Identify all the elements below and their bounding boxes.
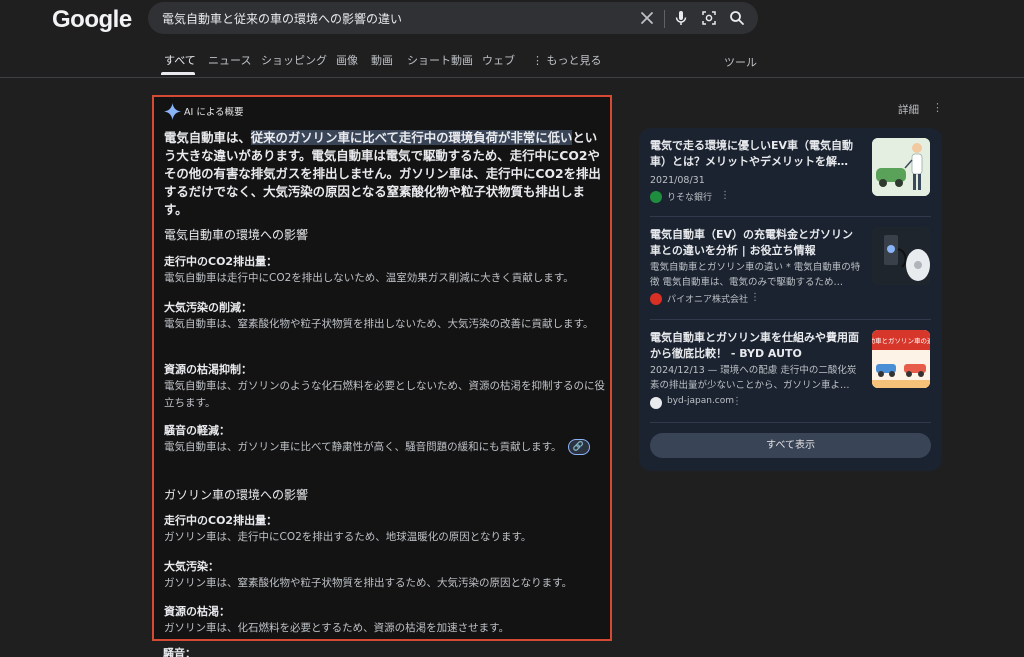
ai-overview-lead: 電気自動車は、従来のガソリン車に比べて走行中の環境負荷が非常に低いという大きな違… — [164, 129, 606, 219]
tab-web[interactable]: ウェブ — [482, 52, 515, 68]
link-icon[interactable]: 🔗 — [567, 439, 590, 455]
source-name: りそな銀行 — [667, 193, 713, 203]
pioneer-favicon-icon — [650, 293, 662, 305]
source-name: パイオニア株式会社 — [667, 295, 749, 305]
gas-item-body: ガソリン車は、化石燃料を必要とするため、資源の枯渇を加速させます。 — [164, 622, 510, 634]
tab-videos[interactable]: 動画 — [371, 52, 393, 68]
gas-item-title: 資源の枯渇： — [164, 605, 230, 618]
lead-highlight: 従来のガソリン車に比べて走行中の環境負荷が非常に低い — [250, 130, 573, 145]
ev-item-body-text: 電気自動車は、ガソリン車に比べて静粛性が高く、騒音問題の緩和にも貢献します。 — [164, 441, 562, 453]
source-cards-panel: 電気で走る環境に優しいEV車（電気自動車）とは？メリットやデメリットを解… 20… — [639, 128, 942, 471]
tab-more-label: もっと見る — [546, 54, 602, 67]
ev-item-title: 大気汚染の削減： — [164, 301, 252, 314]
divider — [650, 216, 931, 217]
ev-item-body: 電気自動車は、ガソリンのような化石燃料を必要としないため、資源の枯渇を抑制するの… — [164, 380, 605, 409]
gas-item-title: 騒音： — [163, 647, 196, 657]
more-options-icon[interactable]: ⋮ — [732, 396, 742, 407]
microphone-icon[interactable] — [671, 8, 691, 28]
divider — [650, 422, 931, 423]
ai-overview-title: AI による概要 — [184, 107, 244, 118]
thumbnail-image[interactable] — [872, 138, 930, 196]
divider — [650, 319, 931, 320]
more-vert-icon: ⋮ — [532, 54, 543, 67]
thumbnail-image[interactable] — [872, 227, 930, 285]
source-card-snippet: 2021/08/31 — [650, 175, 705, 186]
source-card[interactable]: 電気自動車（EV）の充電料金とガソリン車との違いを分析 | お役立ち情報 電気自… — [650, 227, 932, 307]
resona-favicon-icon — [650, 191, 662, 203]
tab-all[interactable]: すべて — [164, 52, 196, 68]
tab-active-indicator — [161, 72, 195, 75]
search-icon[interactable] — [727, 8, 747, 28]
ev-charging-illustration-icon — [872, 138, 930, 196]
source-card[interactable]: 電気で走る環境に優しいEV車（電気自動車）とは？メリットやデメリットを解… 20… — [650, 138, 932, 208]
source-card-title[interactable]: 電気で走る環境に優しいEV車（電気自動車）とは？メリットやデメリットを解… — [650, 138, 864, 170]
gas-item-body: ガソリン車は、窒素酸化物や粒子状物質を排出するため、大気汚染の原因となります。 — [164, 577, 573, 589]
ev-item-title: 騒音の軽減： — [164, 424, 230, 437]
ev-item-body: 電気自動車は走行中にCO2を排出しないため、温室効果ガス削減に大きく貢献します。 — [164, 272, 574, 284]
more-options-icon[interactable]: ⋮ — [932, 101, 943, 114]
details-button[interactable]: 詳細 — [898, 102, 919, 117]
gas-item-title: 大気汚染： — [164, 560, 219, 573]
source-card-title[interactable]: 電気自動車（EV）の充電料金とガソリン車との違いを分析 | お役立ち情報 — [650, 227, 864, 259]
tab-more[interactable]: ⋮ もっと見る — [532, 52, 602, 68]
charger-photo-icon — [872, 227, 930, 285]
gas-item-title: 走行中のCO2排出量： — [164, 514, 278, 527]
thumbnail-image[interactable]: 電気自動車とガソリン車の違いは？ — [872, 330, 930, 388]
tab-shopping[interactable]: ショッピング — [261, 52, 327, 68]
thumbnail-caption: 電気自動車とガソリン車の違いは？ — [872, 336, 930, 345]
source-card-snippet: 2024/12/13 — 環境への配慮 走行中の二酸化炭素の排出量が少ないことか… — [650, 365, 857, 391]
sparkle-icon — [164, 103, 181, 120]
source-card-title[interactable]: 電気自動車とガソリン車を仕組みや費用面から徹底比較！ - BYD AUTO — [650, 330, 864, 362]
comparison-illustration-icon: 電気自動車とガソリン車の違いは？ — [872, 330, 930, 388]
tab-short-videos[interactable]: ショート動画 — [407, 52, 473, 68]
ev-item-title: 走行中のCO2排出量： — [164, 255, 278, 268]
gas-item-body: ガソリン車は、走行中にCO2を排出するため、地球温暖化の原因となります。 — [164, 531, 532, 543]
more-options-icon[interactable]: ⋮ — [750, 292, 760, 303]
source-card[interactable]: 電気自動車とガソリン車を仕組みや費用面から徹底比較！ - BYD AUTO 20… — [650, 330, 932, 410]
ai-overview-panel: AI による概要 電気自動車は、従来のガソリン車に比べて走行中の環境負荷が非常に… — [152, 95, 612, 641]
gas-section-title: ガソリン車の環境への影響 — [164, 488, 309, 502]
clear-icon[interactable] — [637, 8, 657, 28]
lens-icon[interactable] — [699, 8, 719, 28]
google-logo[interactable]: Google — [52, 6, 132, 34]
ev-item-title: 資源の枯渇抑制： — [164, 363, 252, 376]
ev-section-title: 電気自動車の環境への影響 — [164, 228, 309, 242]
ai-overview-content: 電気自動車は、従来のガソリン車に比べて走行中の環境負荷が非常に低いという大きな違… — [164, 129, 606, 634]
tab-news[interactable]: ニュース — [208, 52, 251, 68]
more-options-icon[interactable]: ⋮ — [720, 190, 730, 201]
lead-text-start: 電気自動車は、 — [164, 130, 251, 145]
ev-item-body: 電気自動車は、窒素酸化物や粒子状物質を排出しないため、大気汚染の改善に貢献します… — [164, 318, 594, 330]
tools-button[interactable]: ツール — [724, 54, 757, 70]
search-divider — [664, 10, 665, 28]
source-card-snippet: 電気自動車とガソリン車の違い * 電気自動車の特徴 電気自動車は、電気のみで駆動… — [650, 262, 861, 288]
search-box[interactable]: 電気自動車と従来の車の環境への影響の違い — [148, 2, 758, 34]
header: Google 電気自動車と従来の車の環境への影響の違い すべて ニュース ショッ… — [0, 0, 1024, 78]
search-input[interactable]: 電気自動車と従来の車の環境への影響の違い — [162, 10, 402, 27]
tab-images[interactable]: 画像 — [336, 52, 358, 68]
ev-item-body: 電気自動車は、ガソリン車に比べて静粛性が高く、騒音問題の緩和にも貢献します。 🔗 — [164, 439, 608, 456]
byd-favicon-icon — [650, 397, 662, 409]
show-all-button[interactable]: すべて表示 — [650, 433, 931, 458]
source-name: byd-japan.com — [667, 396, 735, 406]
